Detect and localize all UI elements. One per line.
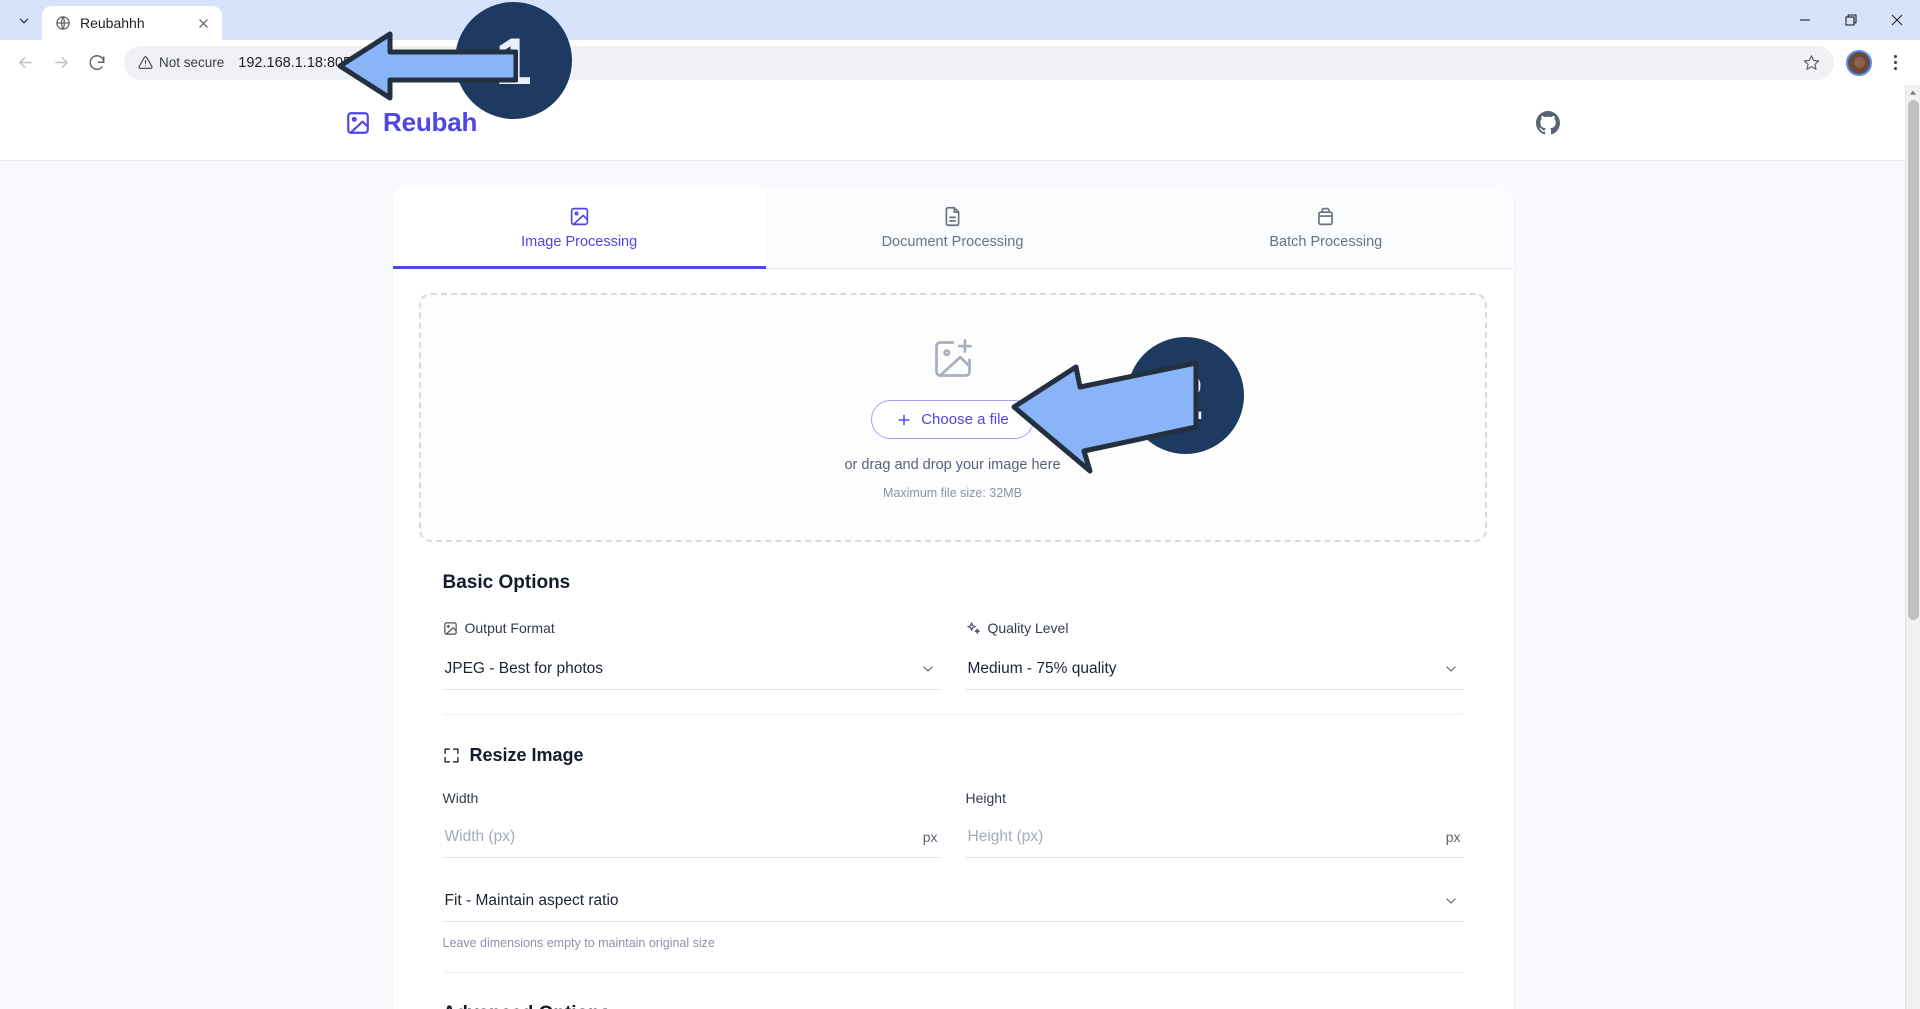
file-dropzone[interactable]: Choose a file or drag and drop your imag… [418, 293, 1487, 542]
page-viewport: Reubah Image Processing Document Process… [0, 85, 1920, 1009]
resize-title-row: Resize Image [419, 745, 1487, 766]
choose-a-file-button[interactable]: Choose a file [871, 400, 1034, 439]
basic-options-title: Basic Options [442, 572, 571, 593]
quality-level-label-row: Quality Level [966, 620, 1463, 636]
height-input[interactable] [965, 827, 1463, 846]
quality-level-select[interactable]: Medium - 75% quality [965, 648, 1463, 690]
warning-triangle-icon [138, 55, 153, 70]
advanced-options-title: Advanced Options [419, 1003, 1487, 1009]
reload-icon[interactable] [80, 46, 114, 80]
basic-options-section: Basic Options Output Format JPEG - Best … [419, 542, 1487, 715]
tab-image-processing[interactable]: Image Processing [392, 187, 766, 269]
browser-toolbar: Not secure 192.168.1.18:8052 [0, 40, 1920, 85]
height-label: Height [965, 790, 1006, 806]
advanced-options-section: Advanced Options [419, 973, 1487, 1009]
app-main: Image Processing Document Processing Bat… [0, 161, 1905, 1009]
processing-tabs: Image Processing Document Processing Bat… [392, 187, 1513, 269]
chevron-down-icon [1443, 661, 1459, 682]
page-content: Reubah Image Processing Document Process… [0, 85, 1905, 1009]
package-icon [1315, 205, 1336, 227]
width-unit: px [922, 828, 938, 845]
plus-icon [896, 412, 912, 428]
browser-tab-strip: Reubahhh [0, 0, 1920, 40]
content-container: Image Processing Document Processing Bat… [392, 187, 1513, 1009]
resize-mode-row: Fit - Maintain aspect ratio [419, 880, 1487, 922]
star-icon[interactable] [1796, 48, 1826, 78]
tab-label: Image Processing [521, 234, 638, 250]
chevron-down-icon [920, 661, 936, 682]
resize-hint: Leave dimensions empty to maintain origi… [442, 936, 715, 950]
close-icon[interactable] [194, 14, 212, 32]
address-bar[interactable]: Not secure 192.168.1.18:8052 [124, 45, 1834, 80]
sparkles-icon [966, 621, 981, 636]
dropzone-max-size: Maximum file size: 32MB [883, 486, 1022, 500]
security-status[interactable]: Not secure [138, 55, 224, 70]
tab-document-processing[interactable]: Document Processing [765, 187, 1140, 269]
output-format-select[interactable]: JPEG - Best for photos [442, 648, 940, 690]
quality-level-field: Quality Level Medium - 75% quality [965, 620, 1463, 690]
quality-level-value: Medium - 75% quality [967, 659, 1117, 677]
back-icon[interactable] [8, 46, 42, 80]
width-label: Width [442, 790, 479, 806]
brand-name: Reubah [383, 107, 478, 137]
close-window-button[interactable] [1874, 0, 1920, 40]
tab-label: Document Processing [881, 234, 1024, 250]
width-input-wrap: px [442, 816, 940, 858]
app-header: Reubah [0, 85, 1905, 161]
resize-title: Resize Image [469, 745, 584, 765]
brand[interactable]: Reubah [345, 107, 477, 138]
basic-options-row: Output Format JPEG - Best for photos Qua… [419, 620, 1487, 690]
resize-mode-value: Fit - Maintain aspect ratio [444, 891, 619, 909]
choose-a-file-label: Choose a file [921, 411, 1009, 428]
tab-label: Batch Processing [1269, 234, 1383, 250]
window-controls [1782, 0, 1920, 40]
height-input-wrap: px [965, 816, 1463, 858]
minimize-button[interactable] [1782, 0, 1828, 40]
image-icon [345, 110, 371, 136]
page-scrollbar[interactable] [1905, 85, 1920, 1009]
output-format-label: Output Format [464, 620, 555, 636]
annotation-badge-1: 1 [455, 2, 572, 119]
kebab-menu-icon[interactable] [1880, 47, 1910, 79]
quality-level-label: Quality Level [987, 620, 1069, 636]
output-format-field: Output Format JPEG - Best for photos [442, 620, 940, 690]
image-plus-icon [931, 337, 975, 386]
image-processing-panel: Choose a file or drag and drop your imag… [392, 269, 1513, 1009]
document-icon [942, 205, 963, 227]
chevron-down-icon [1443, 893, 1459, 914]
width-input[interactable] [442, 827, 940, 846]
dropzone-hint: or drag and drop your image here [844, 457, 1061, 473]
maximize-icon [443, 747, 460, 764]
scroll-up-icon[interactable] [1906, 85, 1920, 100]
browser-window: Reubahhh Not secure 192.168.1.18:8052 Re… [0, 0, 1920, 1009]
tab-search-icon[interactable] [10, 7, 38, 35]
scrollbar-thumb[interactable] [1908, 100, 1919, 620]
resize-mode-select[interactable]: Fit - Maintain aspect ratio [442, 880, 1463, 922]
globe-icon [54, 15, 71, 32]
output-format-label-row: Output Format [443, 620, 940, 636]
image-icon [569, 205, 590, 227]
github-icon[interactable] [1536, 110, 1560, 135]
resize-row: Width px Height [419, 790, 1487, 858]
browser-tab[interactable]: Reubahhh [42, 6, 222, 40]
resize-section: Resize Image Width px [419, 715, 1487, 973]
height-field: Height px [965, 790, 1463, 858]
resize-mode-field: Fit - Maintain aspect ratio [442, 880, 1463, 922]
height-unit: px [1445, 828, 1461, 845]
width-field: Width px [442, 790, 940, 858]
forward-icon[interactable] [44, 46, 78, 80]
browser-tab-title: Reubahhh [80, 15, 145, 31]
image-icon [443, 621, 458, 636]
output-format-value: JPEG - Best for photos [444, 659, 604, 677]
avatar[interactable] [1846, 49, 1872, 76]
annotation-badge-2: 2 [1127, 337, 1244, 454]
security-status-label: Not secure [159, 55, 225, 70]
tab-batch-processing[interactable]: Batch Processing [1139, 187, 1513, 269]
restore-button[interactable] [1828, 0, 1874, 40]
